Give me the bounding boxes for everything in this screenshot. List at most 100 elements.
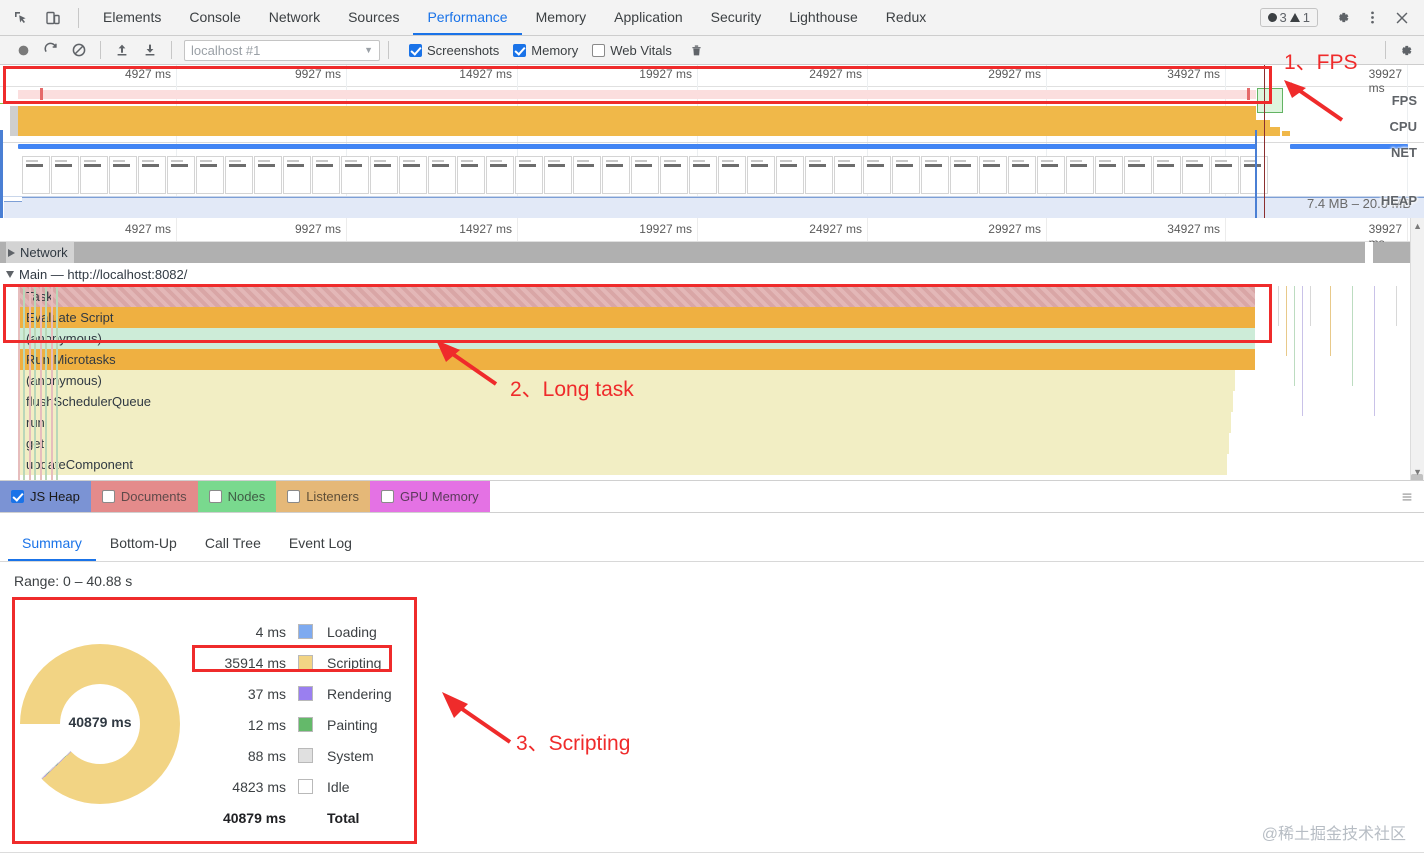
- tab-summary[interactable]: Summary: [8, 526, 96, 561]
- more-vertical-icon[interactable]: [1358, 4, 1386, 32]
- inspect-element-icon[interactable]: [10, 7, 32, 29]
- filmstrip-thumbnail[interactable]: [22, 156, 50, 194]
- filmstrip-thumbnail[interactable]: [370, 156, 398, 194]
- record-icon[interactable]: [10, 38, 36, 62]
- tab-security[interactable]: Security: [697, 0, 776, 35]
- filmstrip-thumbnail[interactable]: [1211, 156, 1239, 194]
- flame-row[interactable]: (anonymous): [18, 328, 1255, 349]
- close-icon[interactable]: [1388, 4, 1416, 32]
- tab-performance[interactable]: Performance: [413, 0, 522, 35]
- tab-memory[interactable]: Memory: [522, 0, 601, 35]
- filmstrip-thumbnail[interactable]: [1124, 156, 1152, 194]
- trash-icon[interactable]: [684, 38, 710, 62]
- filmstrip-thumbnail[interactable]: [138, 156, 166, 194]
- legend-row[interactable]: 4 ms Loading: [202, 616, 410, 647]
- filmstrip-thumbnail[interactable]: [1066, 156, 1094, 194]
- filmstrip-thumbnail[interactable]: [1153, 156, 1181, 194]
- filmstrip-thumbnail[interactable]: [544, 156, 572, 194]
- tab-elements[interactable]: Elements: [89, 0, 175, 35]
- timeline-overview[interactable]: 4927 ms 9927 ms 14927 ms 19927 ms 24927 ms 29…: [0, 65, 1424, 283]
- tab-call-tree[interactable]: Call Tree: [191, 526, 275, 561]
- counter-nodes[interactable]: Nodes: [197, 481, 277, 512]
- filmstrip-thumbnail[interactable]: [660, 156, 688, 194]
- filmstrip-thumbnail[interactable]: [1095, 156, 1123, 194]
- filmstrip-thumbnail[interactable]: [457, 156, 485, 194]
- device-toolbar-icon[interactable]: [42, 7, 64, 29]
- filmstrip-thumbnail[interactable]: [921, 156, 949, 194]
- counter-listeners[interactable]: Listeners: [276, 481, 370, 512]
- filmstrip-thumbnail[interactable]: [950, 156, 978, 194]
- overview-filmstrip[interactable]: [0, 154, 1424, 196]
- flame-scrollbar[interactable]: ▲ ▼: [1410, 218, 1424, 510]
- filmstrip-thumbnail[interactable]: [399, 156, 427, 194]
- tab-application[interactable]: Application: [600, 0, 697, 35]
- legend-row[interactable]: 88 ms System: [202, 740, 410, 771]
- filmstrip-thumbnail[interactable]: [602, 156, 630, 194]
- filmstrip-thumbnail[interactable]: [631, 156, 659, 194]
- tab-console[interactable]: Console: [175, 0, 254, 35]
- filmstrip-thumbnail[interactable]: [515, 156, 543, 194]
- filmstrip-thumbnail[interactable]: [109, 156, 137, 194]
- tab-redux[interactable]: Redux: [872, 0, 940, 35]
- filmstrip-thumbnail[interactable]: [776, 156, 804, 194]
- counter-js-heap[interactable]: JS Heap: [0, 481, 91, 512]
- gear-icon[interactable]: [1328, 4, 1356, 32]
- filmstrip-thumbnail[interactable]: [486, 156, 514, 194]
- flame-row[interactable]: updateComponent: [18, 454, 1227, 475]
- scroll-down-arrow-icon[interactable]: ▼: [1413, 467, 1422, 477]
- flame-row[interactable]: Task: [18, 286, 1255, 307]
- reload-record-icon[interactable]: [38, 38, 64, 62]
- filmstrip-thumbnail[interactable]: [573, 156, 601, 194]
- filmstrip-thumbnail[interactable]: [51, 156, 79, 194]
- filmstrip-thumbnail[interactable]: [805, 156, 833, 194]
- issues-badge[interactable]: 3 1: [1259, 8, 1318, 27]
- legend-row[interactable]: 4823 ms Idle: [202, 771, 410, 802]
- flame-chart[interactable]: Network Main — http://localhost:8082/ Ta…: [0, 242, 1424, 480]
- filmstrip-thumbnail[interactable]: [718, 156, 746, 194]
- tab-sources[interactable]: Sources: [334, 0, 413, 35]
- flame-row[interactable]: Evaluate Script: [18, 307, 1255, 328]
- scroll-up-arrow-icon[interactable]: ▲: [1413, 221, 1422, 231]
- main-track-header[interactable]: Main — http://localhost:8082/: [6, 264, 187, 285]
- capture-settings-gear-icon[interactable]: [1392, 38, 1418, 62]
- flame-row[interactable]: Run Microtasks: [18, 349, 1255, 370]
- filmstrip-thumbnail[interactable]: [341, 156, 369, 194]
- clear-icon[interactable]: [66, 38, 92, 62]
- filmstrip-thumbnail[interactable]: [254, 156, 282, 194]
- filmstrip-thumbnail[interactable]: [428, 156, 456, 194]
- checkbox-web-vitals[interactable]: Web Vitals: [592, 43, 672, 58]
- flame-row[interactable]: get: [18, 433, 1229, 454]
- network-track-header[interactable]: Network: [6, 242, 74, 263]
- tab-event-log[interactable]: Event Log: [275, 526, 366, 561]
- filmstrip-thumbnail[interactable]: [1182, 156, 1210, 194]
- counter-documents[interactable]: Documents: [90, 481, 198, 512]
- profile-select[interactable]: localhost #1 ▼: [184, 39, 380, 61]
- filmstrip-thumbnail[interactable]: [80, 156, 108, 194]
- tab-bottom-up[interactable]: Bottom-Up: [96, 526, 191, 561]
- filmstrip-thumbnail[interactable]: [196, 156, 224, 194]
- filmstrip-thumbnail[interactable]: [167, 156, 195, 194]
- filmstrip-thumbnail[interactable]: [312, 156, 340, 194]
- filmstrip-thumbnail[interactable]: [863, 156, 891, 194]
- filmstrip-thumbnail[interactable]: [892, 156, 920, 194]
- counters-menu-button[interactable]: [1400, 481, 1424, 512]
- filmstrip-thumbnail[interactable]: [1037, 156, 1065, 194]
- filmstrip-thumbnail[interactable]: [979, 156, 1007, 194]
- filmstrip-thumbnail[interactable]: [834, 156, 862, 194]
- filmstrip-thumbnail[interactable]: [1008, 156, 1036, 194]
- save-profile-icon[interactable]: [137, 38, 163, 62]
- filmstrip-thumbnail[interactable]: [689, 156, 717, 194]
- legend-row[interactable]: 37 ms Rendering: [202, 678, 410, 709]
- load-profile-icon[interactable]: [109, 38, 135, 62]
- legend-row[interactable]: 12 ms Painting: [202, 709, 410, 740]
- tab-lighthouse[interactable]: Lighthouse: [775, 0, 872, 35]
- legend-row[interactable]: 35914 ms Scripting: [202, 647, 410, 678]
- counter-gpu-memory[interactable]: GPU Memory: [369, 481, 490, 512]
- tab-network[interactable]: Network: [255, 0, 334, 35]
- filmstrip-thumbnail[interactable]: [283, 156, 311, 194]
- checkbox-memory[interactable]: Memory: [513, 43, 578, 58]
- flame-row[interactable]: run: [18, 412, 1231, 433]
- checkbox-screenshots[interactable]: Screenshots: [409, 43, 499, 58]
- filmstrip-thumbnail[interactable]: [225, 156, 253, 194]
- filmstrip-thumbnail[interactable]: [747, 156, 775, 194]
